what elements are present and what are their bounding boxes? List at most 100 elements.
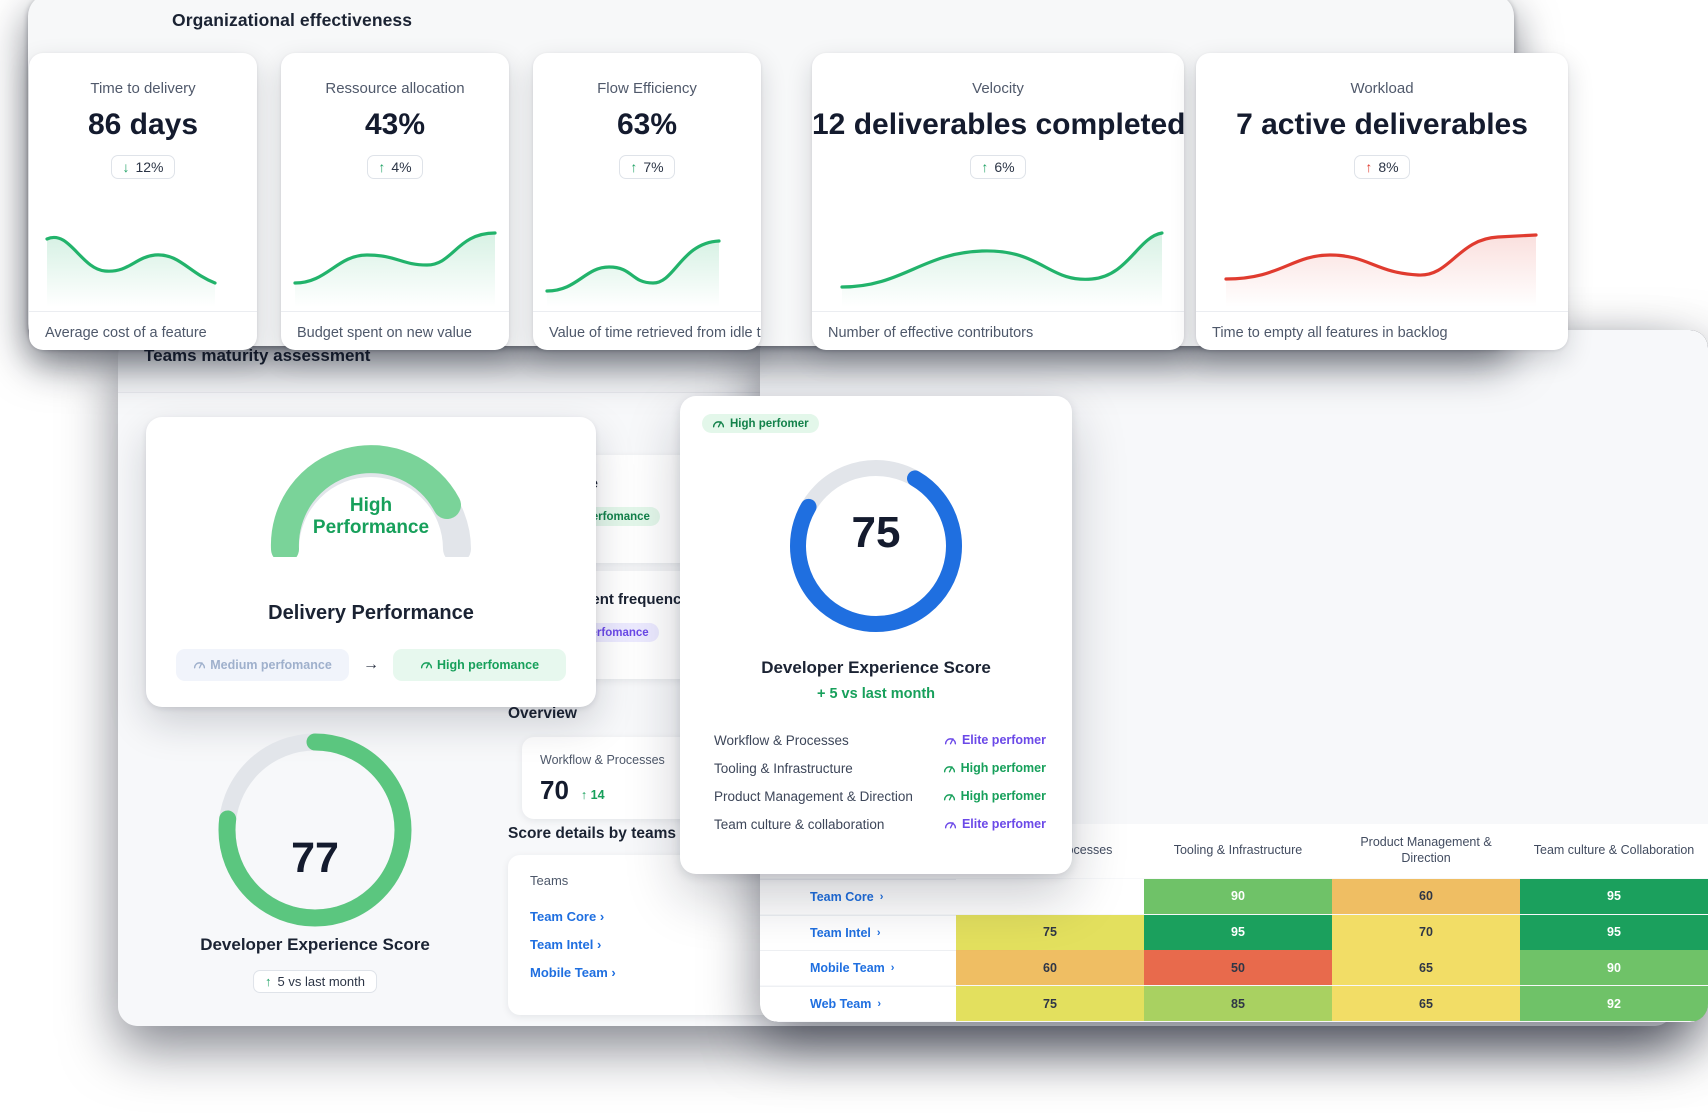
kpi-card-time-to-delivery[interactable]: Time to delivery 86 days ↓ 12% Average co… bbox=[29, 53, 257, 350]
chevron-right-icon: › bbox=[876, 926, 881, 939]
kpi-title: Flow Efficiency bbox=[597, 80, 697, 97]
kpi-delta-chip: ↑ 6% bbox=[970, 155, 1026, 179]
kpi-delta: 12% bbox=[135, 159, 164, 175]
kpi-title: Time to delivery bbox=[90, 80, 196, 97]
team-link-mobile[interactable]: Mobile Team › bbox=[530, 965, 616, 980]
chevron-right-icon: › bbox=[890, 962, 895, 975]
gauge-label-line2: Performance bbox=[312, 517, 430, 539]
heatmap-team-link[interactable]: Mobile Team › bbox=[760, 950, 956, 986]
gauge-icon bbox=[943, 793, 955, 800]
modal-breakdown-rating: High perfomer bbox=[943, 761, 1046, 775]
kpi-delta-chip: ↑ 8% bbox=[1354, 155, 1410, 179]
kpi-card-flow-efficiency[interactable]: Flow Efficiency 63% ↑ 7% Value of time re… bbox=[533, 53, 761, 350]
kpi-card-velocity[interactable]: Velocity 12 deliverables completed ↑ 6% N… bbox=[812, 53, 1184, 350]
gauge-icon bbox=[420, 662, 433, 669]
kpi-value: 7 active deliverables bbox=[1236, 108, 1528, 141]
heatmap-cell: 90 bbox=[1144, 878, 1332, 914]
arrow-down-icon: ↓ bbox=[122, 159, 130, 175]
kpi-value: 63% bbox=[616, 108, 678, 141]
kpi-sparkline bbox=[1196, 221, 1568, 307]
current-performance-badge: High perfomance bbox=[393, 649, 566, 681]
dx-score-donut bbox=[218, 733, 412, 927]
kpi-sub-label: Value of time retrieved from idle time bbox=[549, 325, 761, 341]
kpi-delta: 4% bbox=[391, 159, 412, 175]
kpi-card-workload[interactable]: Workload 7 active deliverables ↑ 8% Time … bbox=[1196, 53, 1568, 350]
modal-breakdown-rating: Elite perfomer bbox=[944, 817, 1046, 831]
heatmap-cell: 65 bbox=[1332, 950, 1520, 986]
arrow-up-icon: ↑ bbox=[981, 159, 989, 175]
team-link-intel[interactable]: Team Intel › bbox=[530, 937, 601, 952]
divider bbox=[812, 311, 1184, 312]
heatmap-team-link[interactable]: Team Intel › bbox=[760, 914, 956, 950]
modal-breakdown-list: Workflow & Processes Elite perfomer Toolin… bbox=[714, 726, 1046, 838]
modal-breakdown-row: Workflow & Processes Elite perfomer bbox=[714, 726, 1046, 754]
modal-breakdown-row: Product Management & Direction High perfo… bbox=[714, 782, 1046, 810]
chevron-right-icon: › bbox=[879, 890, 884, 903]
score-details-title: Score details by teams bbox=[508, 825, 676, 842]
modal-breakdown-label: Workflow & Processes bbox=[714, 732, 849, 748]
team-link-core[interactable]: Team Core › bbox=[530, 909, 604, 924]
kpi-value: 12 deliverables completed bbox=[812, 108, 1184, 141]
arrow-up-icon: ↑ bbox=[1365, 159, 1373, 175]
kpi-sub-label: Average cost of a feature bbox=[45, 325, 207, 341]
kpi-delta: 7% bbox=[643, 159, 664, 175]
modal-delta: + 5 vs last month bbox=[816, 686, 936, 702]
heatmap-col-header: Team culture & Collaboration bbox=[1520, 824, 1708, 878]
delivery-performance-transition: Medium perfomance → High perfomance bbox=[176, 649, 566, 681]
screenshot-stage: Teams maturity assessment Lead time High… bbox=[0, 0, 1708, 1119]
kpi-value: 86 days bbox=[87, 108, 199, 141]
overview-card-delta: ↑ 14 bbox=[580, 788, 605, 802]
divider bbox=[1196, 311, 1568, 312]
gauge-icon bbox=[194, 662, 206, 669]
gauge-icon bbox=[943, 765, 955, 772]
kpi-title: Ressource allocation bbox=[325, 80, 465, 97]
modal-performer-badge: High perfomer bbox=[702, 414, 819, 435]
modal-score-value: 75 bbox=[851, 508, 901, 557]
delivery-performance-card[interactable]: High Performance Delivery Performance Me… bbox=[146, 417, 596, 707]
heatmap-cell: 65 bbox=[1332, 986, 1520, 1022]
kpi-sub-label: Time to empty all features in backlog bbox=[1212, 325, 1448, 341]
heatmap-team-link[interactable]: Team Core › bbox=[760, 878, 956, 914]
heatmap-cell bbox=[956, 878, 1144, 914]
modal-breakdown-label: Product Management & Direction bbox=[714, 788, 913, 804]
previous-performance-badge: Medium perfomance bbox=[176, 649, 349, 681]
overview-title: Overview bbox=[508, 705, 577, 722]
heatmap-col-header: Tooling & Infrastructure bbox=[1144, 824, 1332, 878]
kpi-sparkline bbox=[812, 221, 1184, 307]
modal-breakdown-label: Team culture & collaboration bbox=[714, 816, 885, 832]
heatmap-cell: 75 bbox=[956, 914, 1144, 950]
kpi-sub-label: Budget spent on new value bbox=[297, 325, 472, 341]
kpi-title: Workload bbox=[1350, 80, 1414, 97]
heatmap-cell: 60 bbox=[956, 950, 1144, 986]
dx-score-delta-chip: ↑ 5 vs last month bbox=[253, 970, 377, 993]
kpi-sparkline bbox=[533, 221, 761, 307]
kpi-sub-label: Number of effective contributors bbox=[828, 325, 1034, 341]
heatmap-cell: 95 bbox=[1520, 878, 1708, 914]
modal-breakdown-rating: Elite perfomer bbox=[944, 733, 1046, 747]
heatmap-cell: 85 bbox=[1144, 986, 1332, 1022]
kpi-delta: 8% bbox=[1378, 159, 1399, 175]
teams-column-header: Teams bbox=[530, 873, 569, 888]
kpi-sparkline bbox=[281, 221, 509, 307]
heatmap-team-link[interactable]: Web Team › bbox=[760, 986, 956, 1022]
modal-breakdown-rating: High perfomer bbox=[943, 789, 1046, 803]
modal-breakdown-label: Tooling & Infrastructure bbox=[714, 760, 853, 776]
divider bbox=[281, 311, 509, 312]
heatmap-cell: 70 bbox=[1332, 914, 1520, 950]
kpi-card-ressource-allocation[interactable]: Ressource allocation 43% ↑ 4% Budget spen… bbox=[281, 53, 509, 350]
heatmap-cell: 60 bbox=[1332, 878, 1520, 914]
delivery-performance-title: Delivery Performance bbox=[268, 602, 474, 624]
gauge-icon bbox=[944, 737, 957, 744]
kpi-title: Velocity bbox=[972, 80, 1024, 97]
heatmap-cell: 50 bbox=[1144, 950, 1332, 986]
developer-experience-modal[interactable]: High perfomer 75 Developer Experience Sc… bbox=[680, 396, 1072, 874]
page-title: Organizational effectiveness bbox=[172, 10, 413, 30]
developer-experience-score-donut-card[interactable]: 77 Developer Experience Score ↑ 5 vs last… bbox=[170, 730, 460, 1020]
kpi-delta: 6% bbox=[994, 159, 1015, 175]
overview-card-label: Workflow & Processes bbox=[540, 753, 665, 767]
heatmap-cell: 95 bbox=[1520, 914, 1708, 950]
modal-breakdown-row: Tooling & Infrastructure High perfomer bbox=[714, 754, 1046, 782]
divider bbox=[533, 311, 761, 312]
modal-title: Developer Experience Score bbox=[761, 658, 991, 677]
kpi-delta-chip: ↓ 12% bbox=[111, 155, 175, 179]
